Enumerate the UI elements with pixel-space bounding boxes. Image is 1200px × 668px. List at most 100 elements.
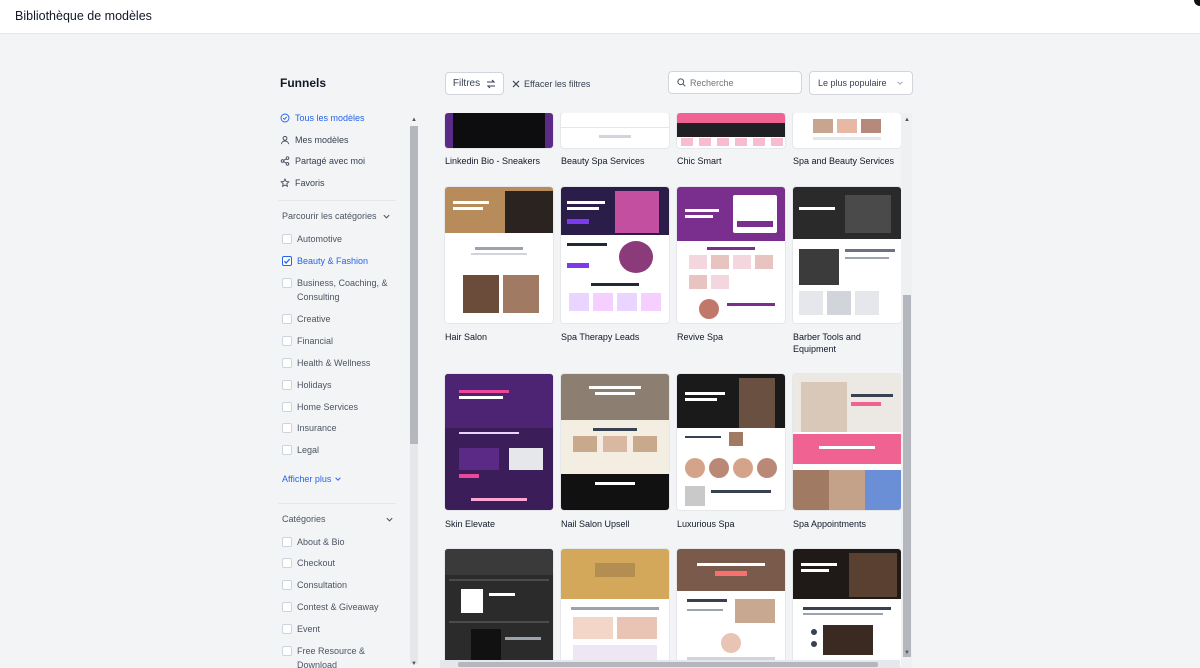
sort-value: Le plus populaire [818, 78, 887, 88]
search-input[interactable] [690, 77, 790, 88]
template-name: Nail Salon Upsell [561, 519, 630, 529]
categories-toggle[interactable]: Catégories [282, 512, 394, 526]
category-legal[interactable]: Legal [282, 443, 319, 457]
nav-label: Favoris [295, 178, 325, 188]
template-thumbnail[interactable] [677, 549, 785, 668]
template-thumbnail[interactable] [793, 113, 901, 148]
template-name: Luxurious Spa [677, 519, 735, 529]
grid-scrollbar[interactable]: ▲ ▼ [901, 113, 912, 668]
checkbox[interactable] [282, 537, 292, 547]
category-automotive[interactable]: Automotive [282, 232, 342, 246]
checkbox-label: Consultation [297, 580, 348, 590]
template-thumbnail[interactable] [445, 374, 553, 510]
template-thumbnail[interactable] [793, 187, 901, 323]
sidebar: Funnels Tous les modèles Mes modèles Par… [272, 66, 422, 668]
category-holidays[interactable]: Holidays [282, 378, 332, 392]
category-checkout[interactable]: Checkout [282, 556, 335, 570]
close-icon [512, 80, 520, 88]
close-icon[interactable] [1194, 0, 1200, 6]
divider [278, 200, 396, 201]
browse-categories-toggle[interactable]: Parcourir les catégories [282, 209, 391, 223]
scroll-down-arrow[interactable]: ▼ [410, 660, 418, 668]
template-name: Hair Salon [445, 332, 488, 342]
category-creative[interactable]: Creative [282, 312, 331, 326]
checkbox-checked[interactable] [282, 256, 292, 266]
category-health-wellness[interactable]: Health & Wellness [282, 356, 370, 370]
template-thumbnail[interactable] [445, 549, 553, 668]
star-icon [280, 178, 290, 188]
template-thumbnail[interactable] [793, 549, 901, 668]
scroll-up-arrow[interactable]: ▲ [903, 116, 911, 124]
template-name: Spa and Beauty Services [793, 156, 895, 166]
checkbox[interactable] [282, 314, 292, 324]
category-free-resource[interactable]: Free Resource & Download [282, 644, 382, 668]
scroll-up-arrow[interactable]: ▲ [410, 116, 418, 124]
sidebar-scrollbar[interactable]: ▲ ▼ [409, 116, 419, 668]
grid-horizontal-scrollbar[interactable] [440, 660, 900, 668]
template-name: Barber Tools and Equipment [793, 332, 861, 354]
check-circle-icon [280, 113, 290, 123]
checkbox-label: Holidays [297, 380, 332, 390]
template-thumbnail[interactable] [561, 187, 669, 323]
template-thumbnail[interactable] [561, 549, 669, 668]
nav-all-templates[interactable]: Tous les modèles [280, 110, 365, 126]
template-thumbnail[interactable] [561, 374, 669, 510]
checkbox[interactable] [282, 402, 292, 412]
clear-filters-button[interactable]: Effacer les filtres [512, 77, 590, 91]
scroll-down-arrow[interactable]: ▼ [903, 649, 911, 657]
category-about-bio[interactable]: About & Bio [282, 535, 345, 549]
checkbox[interactable] [282, 423, 292, 433]
template-thumbnail[interactable] [445, 113, 553, 148]
scroll-thumb[interactable] [410, 126, 418, 444]
category-business-coaching[interactable]: Business, Coaching, & Consulting [282, 276, 392, 304]
section-label: Catégories [282, 514, 326, 524]
template-name: Revive Spa [677, 332, 724, 342]
filters-label: Filtres [452, 78, 481, 89]
nav-label: Tous les modèles [295, 113, 365, 123]
sidebar-title: Funnels [280, 76, 327, 90]
template-thumbnail[interactable] [445, 187, 553, 323]
checkbox[interactable] [282, 336, 292, 346]
checkbox[interactable] [282, 580, 292, 590]
user-icon [281, 135, 289, 145]
category-consultation[interactable]: Consultation [282, 578, 347, 592]
swap-icon [486, 79, 496, 88]
category-contest-giveaway[interactable]: Contest & Giveaway [282, 600, 379, 614]
category-insurance[interactable]: Insurance [282, 421, 337, 435]
nav-favorites[interactable]: Favoris [280, 175, 325, 191]
template-thumbnail[interactable] [561, 113, 669, 148]
category-financial[interactable]: Financial [282, 334, 333, 348]
category-home-services[interactable]: Home Services [282, 400, 358, 414]
window-title: Bibliothèque de modèles [15, 9, 152, 23]
scroll-thumb[interactable] [458, 662, 878, 667]
sort-select[interactable]: Le plus populaire [809, 71, 913, 95]
checkbox[interactable] [282, 558, 292, 568]
nav-my-templates[interactable]: Mes modèles [280, 132, 349, 148]
template-thumbnail[interactable] [677, 374, 785, 510]
checkbox[interactable] [282, 278, 292, 288]
template-thumbnail[interactable] [677, 187, 785, 323]
checkbox[interactable] [282, 358, 292, 368]
checkbox-label: Beauty & Fashion [297, 256, 369, 266]
checkbox[interactable] [282, 380, 292, 390]
show-more-link[interactable]: Afficher plus [282, 474, 342, 484]
category-event[interactable]: Event [282, 622, 320, 636]
section-label: Parcourir les catégories [282, 211, 377, 221]
checkbox[interactable] [282, 602, 292, 612]
search-icon [677, 78, 686, 87]
template-thumbnail[interactable] [677, 113, 785, 148]
template-name: Beauty Spa Services [561, 156, 645, 166]
template-thumbnail[interactable] [793, 374, 901, 510]
template-name: Spa Appointments [793, 519, 867, 529]
category-beauty-fashion[interactable]: Beauty & Fashion [282, 254, 368, 268]
nav-label: Mes modèles [295, 135, 349, 145]
template-name: Chic Smart [677, 156, 722, 166]
checkbox[interactable] [282, 624, 292, 634]
checkbox[interactable] [282, 445, 292, 455]
checkbox[interactable] [282, 646, 292, 656]
search-box[interactable] [668, 71, 802, 94]
nav-shared-with-me[interactable]: Partagé avec moi [280, 153, 365, 169]
scroll-thumb[interactable] [903, 295, 911, 657]
checkbox[interactable] [282, 234, 292, 244]
filters-button[interactable]: Filtres [445, 72, 504, 95]
